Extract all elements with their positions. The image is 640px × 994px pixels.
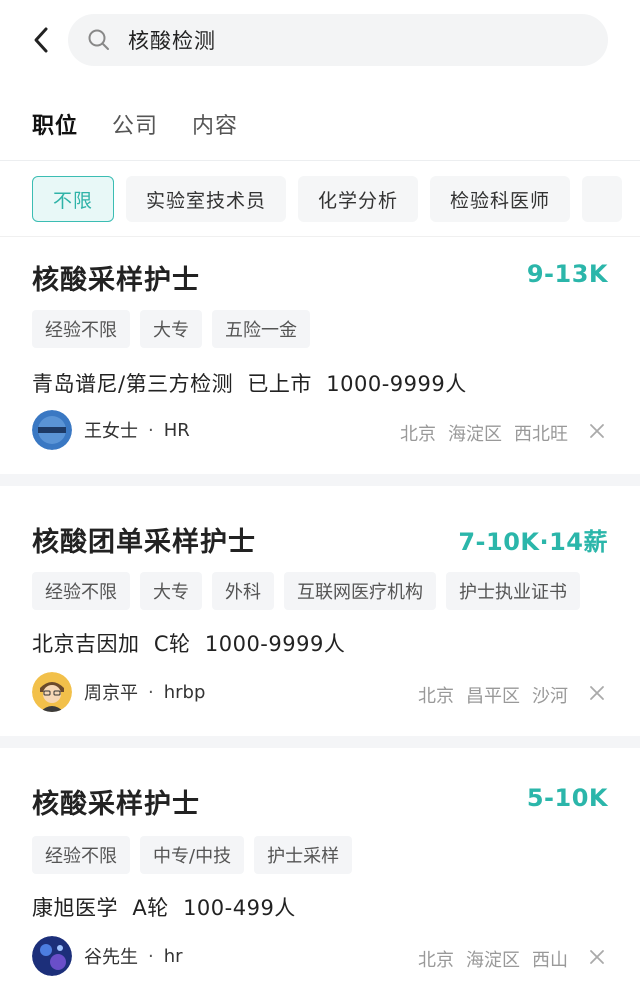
job-tag: 大专 [140,310,202,348]
job-location: 北京 海淀区 西北旺 [388,420,568,446]
recruiter-name: 王女士 [84,421,138,442]
job-card[interactable]: 核酸采样护士 9-13K 经验不限 大专 五险一金 青岛谱尼/第三方检测 已上市… [0,238,640,472]
tab-jobs[interactable]: 职位 [32,108,78,140]
location-city: 北京 [418,686,454,707]
chevron-left-icon [34,27,48,53]
job-title: 核酸采样护士 [32,265,200,296]
recruiter-role: HR [163,419,190,441]
filter-chip-chemical-analysis[interactable]: 化学分析 [298,176,419,222]
job-tag: 五险一金 [212,310,310,348]
company-info: 青岛谱尼/第三方检测 已上市 1000-9999人 [32,372,467,396]
job-tags: 经验不限 大专 五险一金 [32,310,320,348]
job-salary: 7-10K·14薪 [458,528,608,556]
job-card[interactable]: 核酸采样护士 5-10K 经验不限 中专/中技 护士采样 康旭医学 A轮 100… [0,748,640,994]
job-title: 核酸团单采样护士 [32,527,256,558]
job-tag: 外科 [212,572,274,610]
job-tag: 护士采样 [254,836,353,874]
filter-chip-lab-technician[interactable]: 实验室技术员 [126,176,287,222]
job-tag: 中专/中技 [140,836,245,874]
filter-chip-any[interactable]: 不限 [32,176,115,222]
close-icon [590,424,604,438]
recruiter: 王女士 · HR [32,410,190,450]
job-tag: 护士执业证书 [446,572,580,610]
job-location: 北京 昌平区 沙河 [406,682,568,708]
close-icon [590,686,604,700]
location-district: 昌平区 [466,686,520,707]
location-district: 海淀区 [466,950,520,971]
search-query: 核酸检测 [128,29,216,53]
recruiter: 周京平 · hrbp [32,672,205,712]
search-icon [86,27,112,53]
job-tags: 经验不限 中专/中技 护士采样 [32,836,362,874]
location-city: 北京 [400,424,436,445]
company-info: 康旭医学 A轮 100-499人 [32,896,296,920]
recruiter-name: 周京平 [84,683,138,704]
card-separator [0,474,640,486]
recruiter-name: 谷先生 [84,947,138,968]
job-tags: 经验不限 大专 外科 互联网医疗机构 护士执业证书 [32,572,590,610]
back-button[interactable] [26,22,56,58]
separator-dot: · [148,681,154,703]
filter-chip-more[interactable] [582,176,623,222]
tab-content[interactable]: 内容 [192,108,238,140]
location-area: 沙河 [532,686,568,707]
tabs-divider [0,160,640,161]
filter-chips: 不限 实验室技术员 化学分析 检验科医师 [32,176,634,222]
location-area: 西山 [532,950,568,971]
job-salary: 5-10K [526,784,608,812]
recruiter: 谷先生 · hr [32,936,183,976]
job-title: 核酸采样护士 [32,789,200,820]
search-header: 核酸检测 [0,0,640,80]
separator-dot: · [148,945,154,967]
close-icon [590,950,604,964]
job-tag: 经验不限 [32,310,130,348]
separator-dot: · [148,419,154,441]
job-tag: 大专 [140,572,202,610]
job-tag: 经验不限 [32,572,130,610]
avatar [32,410,72,450]
recruiter-role: hrbp [163,681,206,703]
filters-divider [0,236,640,237]
avatar [32,672,72,712]
dismiss-button[interactable] [588,684,606,702]
filter-chip-lab-physician[interactable]: 检验科医师 [430,176,571,222]
recruiter-role: hr [163,945,183,967]
job-salary: 9-13K [526,260,608,288]
avatar [32,936,72,976]
location-area: 西北旺 [514,424,568,445]
tab-companies[interactable]: 公司 [112,108,158,140]
location-city: 北京 [418,950,454,971]
job-location: 北京 海淀区 西山 [406,946,568,972]
company-info: 北京吉因加 C轮 1000-9999人 [32,632,346,656]
card-separator [0,736,640,748]
result-tabs: 职位 公司 内容 [32,104,272,144]
job-card[interactable]: 核酸团单采样护士 7-10K·14薪 经验不限 大专 外科 互联网医疗机构 护士… [0,486,640,736]
job-tag: 经验不限 [32,836,130,874]
dismiss-button[interactable] [588,422,606,440]
dismiss-button[interactable] [588,948,606,966]
job-tag: 互联网医疗机构 [284,572,436,610]
location-district: 海淀区 [448,424,502,445]
search-input[interactable]: 核酸检测 [68,14,608,66]
